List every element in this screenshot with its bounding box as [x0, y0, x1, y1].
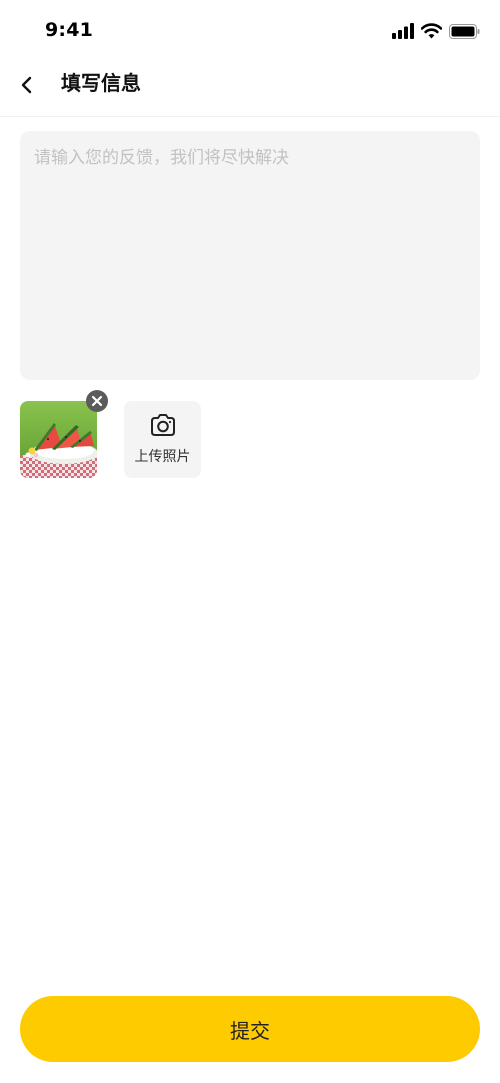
- watermelon-photo: [20, 401, 97, 478]
- feedback-box: [20, 131, 480, 380]
- nav-bar: 填写信息: [0, 62, 500, 117]
- uploaded-photo-thumbnail[interactable]: [20, 401, 97, 478]
- back-button[interactable]: [12, 70, 42, 100]
- close-icon: [91, 395, 103, 407]
- upload-photo-label: 上传照片: [134, 449, 191, 465]
- chevron-left-icon: [21, 76, 32, 94]
- submit-button[interactable]: 提交: [20, 996, 480, 1062]
- wifi-icon: [421, 23, 442, 39]
- submit-label: 提交: [230, 1018, 270, 1043]
- page-title: 填写信息: [61, 71, 141, 95]
- feedback-screen: 9:41 填写信息 请输入您的反馈，我们将尽快解决 上传照片 提交: [0, 0, 500, 1083]
- battery-icon: [449, 23, 480, 39]
- upload-photo-button[interactable]: 上传照片: [124, 401, 201, 478]
- remove-photo-button[interactable]: [86, 390, 108, 412]
- signal-icon: [392, 23, 414, 39]
- feedback-input[interactable]: [20, 131, 480, 380]
- status-bar: 9:41: [0, 0, 500, 62]
- camera-icon: [151, 414, 175, 436]
- status-icons: [392, 22, 480, 40]
- status-time: 9:41: [45, 19, 94, 41]
